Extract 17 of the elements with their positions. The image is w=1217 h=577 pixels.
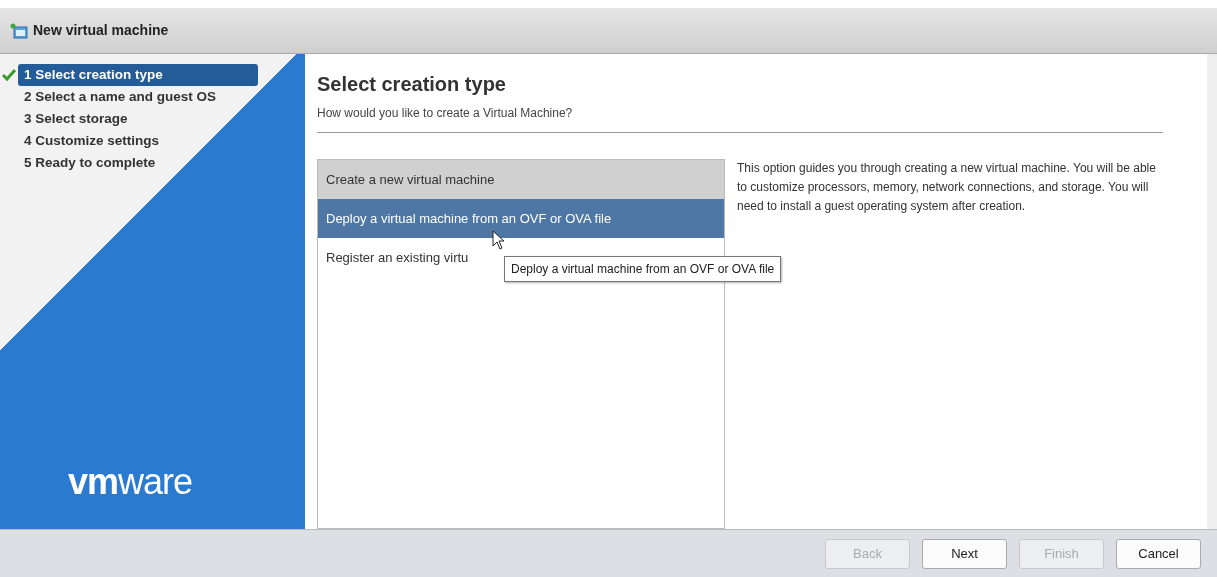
step-item[interactable]: 1 Select creation type bbox=[18, 63, 258, 87]
logo: vmware bbox=[67, 460, 194, 504]
page-title: Select creation type bbox=[317, 72, 507, 96]
virtual-machine-icon bbox=[10, 22, 28, 39]
step-item[interactable]: 3 Select storage bbox=[18, 107, 134, 131]
option-item[interactable]: Deploy a virtual machine from an OVF or OVA file bbox=[318, 199, 724, 238]
step-item[interactable]: 4 Customize settings bbox=[18, 129, 166, 153]
cursor-icon bbox=[492, 230, 506, 250]
page-subtitle: How would you like to create a Virtual Machine? bbox=[317, 96, 1163, 133]
option-item[interactable]: Create a new virtual machine bbox=[318, 160, 724, 199]
wizard-button[interactable]: Next bbox=[922, 538, 1007, 569]
description-text: This option guides you through creating a new virtual machine. You will be able to customize processors, memory, network connections, and storage. You will need to install a guest operating system after creation. bbox=[737, 160, 1157, 216]
step-item[interactable]: 5 Ready to complete bbox=[18, 151, 162, 175]
tooltip-label: Deploy a virtual machine from an OVF or OVA file bbox=[504, 256, 782, 282]
step-item[interactable]: 2 Select a name and guest OS bbox=[18, 85, 223, 109]
window-title: New virtual machine bbox=[33, 21, 169, 40]
wizard-button[interactable]: Cancel bbox=[1116, 538, 1201, 569]
